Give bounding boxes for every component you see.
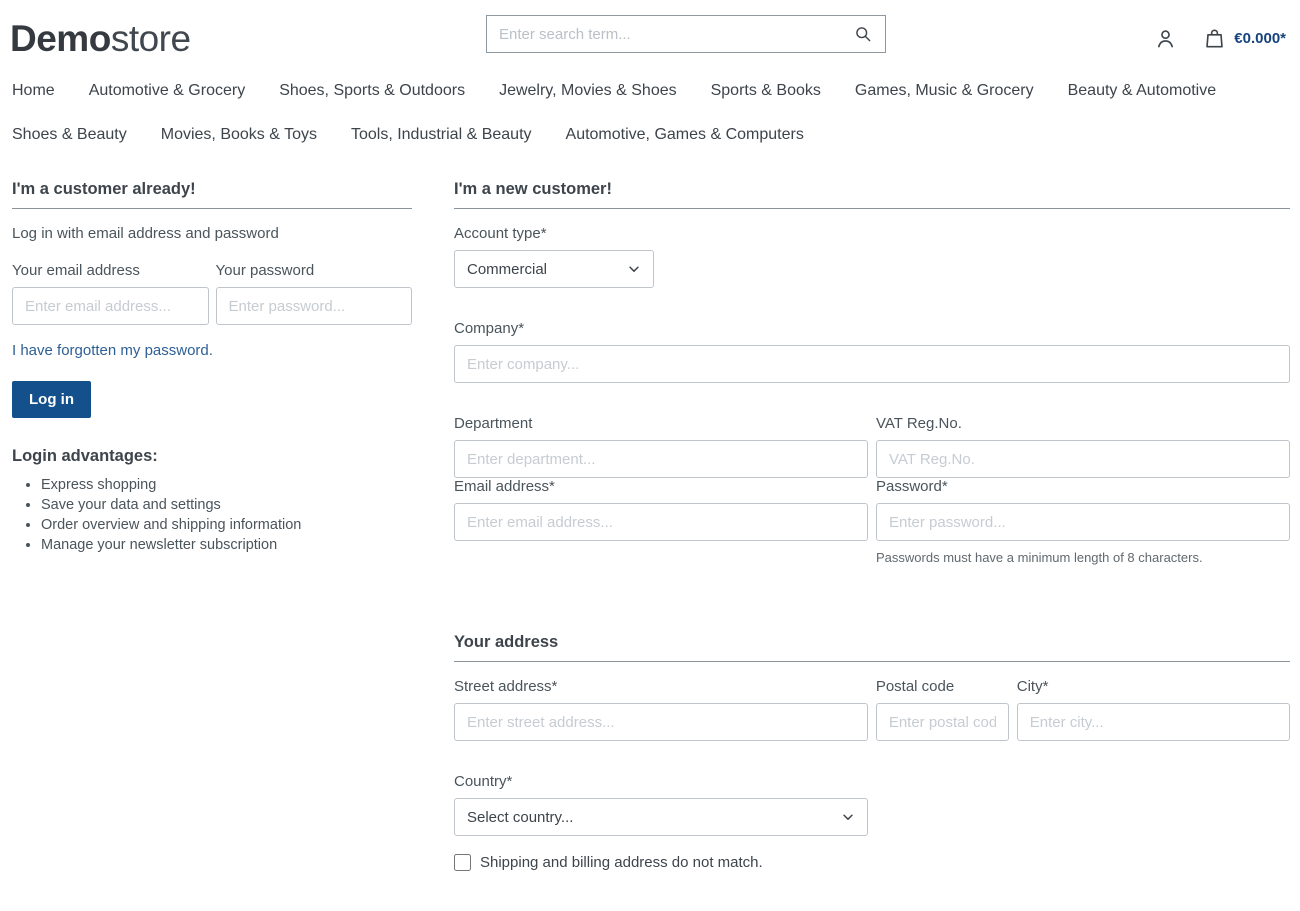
address-title: Your address [454,633,1290,652]
main-nav-row1: Home Automotive & Grocery Shoes, Sports … [0,82,1300,100]
company-label: Company* [454,320,1290,337]
advantage-item: Save your data and settings [41,497,412,513]
advantage-item: Order overview and shipping information [41,517,412,533]
city-label: City* [1017,678,1290,695]
nav-item-jewelry-movies-shoes[interactable]: Jewelry, Movies & Shoes [499,82,677,100]
shipping-billing-checkbox[interactable] [454,854,471,871]
login-title: I'm a customer already! [12,180,412,199]
vat-field: VAT Reg.No. [876,415,1290,478]
nav-item-tools-industrial-beauty[interactable]: Tools, Industrial & Beauty [351,126,532,144]
nav-item-automotive-games-computers[interactable]: Automotive, Games & Computers [566,126,804,144]
login-advantages-title: Login advantages: [12,447,412,466]
shipping-billing-row: Shipping and billing address do not matc… [454,854,1290,871]
chevron-down-icon [841,810,855,824]
country-group: Country* Select country... [454,773,1290,836]
register-email-label: Email address* [454,478,868,495]
advantage-item: Express shopping [41,477,412,493]
city-field: City* [1017,678,1290,741]
cart-total: €0.000* [1234,30,1286,47]
street-label: Street address* [454,678,868,695]
shipping-billing-label[interactable]: Shipping and billing address do not matc… [480,854,763,871]
password-hint: Passwords must have a minimum length of … [876,550,1290,565]
register-section: I'm a new customer! Account type* Commer… [454,180,1290,871]
login-advantages-list: Express shopping Save your data and sett… [12,477,412,553]
login-divider [12,208,412,209]
register-email-field: Email address* [454,478,868,565]
nav-item-movies-books-toys[interactable]: Movies, Books & Toys [161,126,317,144]
nav-item-automotive-grocery[interactable]: Automotive & Grocery [89,82,246,100]
nav-item-shoes-sports-outdoors[interactable]: Shoes, Sports & Outdoors [279,82,465,100]
account-type-value: Commercial [467,261,547,278]
postal-input[interactable] [876,703,1009,741]
postal-field: Postal code [876,678,1009,741]
account-icon [1154,27,1177,50]
chevron-down-icon [627,262,641,276]
cart-bag-icon [1203,27,1226,50]
search-box [486,15,886,53]
department-field: Department [454,415,868,478]
nav-item-home[interactable]: Home [12,82,55,100]
register-title: I'm a new customer! [454,180,1290,199]
login-subtitle: Log in with email address and password [12,225,412,242]
login-password-field: Your password [216,262,413,325]
register-divider [454,208,1290,209]
login-button[interactable]: Log in [12,381,91,418]
register-page: Demostore [0,0,1300,911]
login-section: I'm a customer already! Log in with emai… [12,180,412,557]
advantage-item: Manage your newsletter subscription [41,537,412,553]
login-email-field: Your email address [12,262,209,325]
department-vat-row: Department VAT Reg.No. [454,415,1290,478]
header-actions: €0.000* [1154,27,1290,50]
login-password-input[interactable] [216,287,413,325]
department-input[interactable] [454,440,868,478]
country-label: Country* [454,773,1290,790]
main-content: I'm a customer already! Log in with emai… [0,144,1300,911]
street-input[interactable] [454,703,868,741]
logo-text-light: store [111,18,191,59]
account-type-label: Account type* [454,225,1290,242]
register-password-label: Password* [876,478,1290,495]
search-icon [853,24,873,44]
search-button[interactable] [847,24,885,44]
city-input[interactable] [1017,703,1290,741]
vat-input[interactable] [876,440,1290,478]
register-password-field: Password* Passwords must have a minimum … [876,478,1290,565]
login-email-input[interactable] [12,287,209,325]
register-email-input[interactable] [454,503,868,541]
login-email-label: Your email address [12,262,209,279]
login-fields-row: Your email address Your password [12,262,412,325]
department-label: Department [454,415,868,432]
email-password-row: Email address* Password* Passwords must … [454,478,1290,565]
account-button[interactable] [1154,27,1177,50]
nav-item-games-music-grocery[interactable]: Games, Music & Grocery [855,82,1034,100]
street-field: Street address* [454,678,868,741]
nav-item-beauty-automotive[interactable]: Beauty & Automotive [1068,82,1217,100]
login-password-label: Your password [216,262,413,279]
main-nav-row2: Shoes & Beauty Movies, Books & Toys Tool… [0,126,1300,144]
store-logo[interactable]: Demostore [10,20,191,57]
country-select[interactable]: Select country... [454,798,868,836]
account-type-select[interactable]: Commercial [454,250,654,288]
company-input[interactable] [454,345,1290,383]
logo-text-bold: Demo [10,18,111,59]
header: Demostore [0,0,1300,66]
nav-item-shoes-beauty[interactable]: Shoes & Beauty [12,126,127,144]
nav-item-sports-books[interactable]: Sports & Books [711,82,821,100]
account-type-group: Account type* Commercial [454,225,1290,288]
company-group: Company* [454,320,1290,383]
postal-label: Postal code [876,678,1009,695]
address-divider [454,661,1290,662]
country-value: Select country... [467,809,573,826]
vat-label: VAT Reg.No. [876,415,1290,432]
forgot-password-link[interactable]: I have forgotten my password. [12,342,213,359]
search-input[interactable] [487,16,847,52]
address-section: Your address Street address* Postal code… [454,633,1290,871]
cart-button[interactable]: €0.000* [1203,27,1286,50]
street-postal-city-row: Street address* Postal code City* [454,678,1290,741]
register-password-input[interactable] [876,503,1290,541]
